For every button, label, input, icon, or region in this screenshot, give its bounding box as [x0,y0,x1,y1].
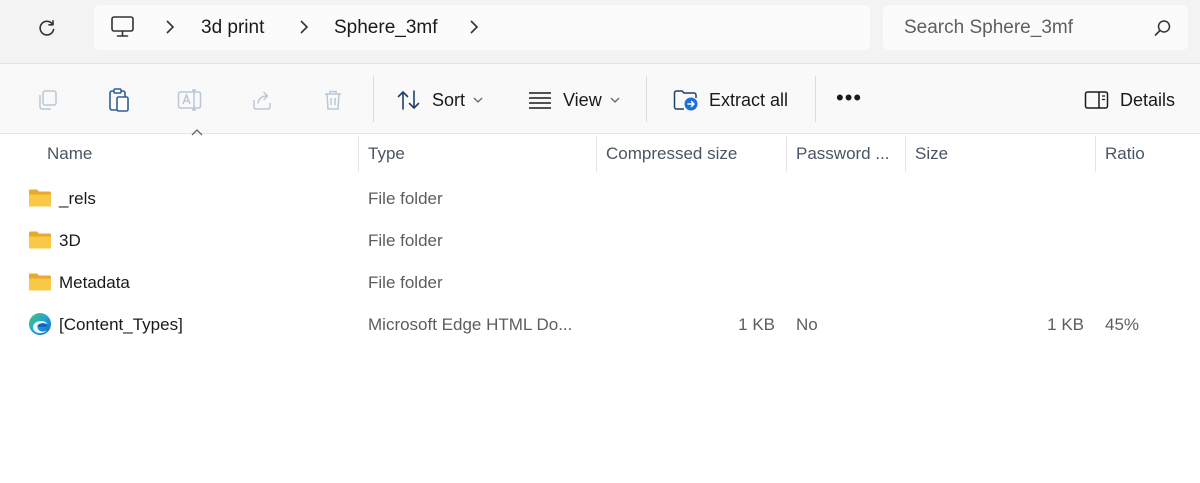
breadcrumb[interactable]: 3d print Sphere_3mf [94,5,870,50]
column-resize-handle[interactable] [1095,136,1096,172]
details-button[interactable]: Details [1084,82,1175,118]
table-row[interactable]: 3D File folder [0,220,1200,262]
search-icon[interactable] [1154,19,1172,37]
this-pc-icon[interactable] [110,15,136,39]
details-label: Details [1120,89,1176,110]
share-icon [253,91,271,110]
compression-ratio: 45% [1105,315,1140,334]
column-header-name[interactable]: Name [47,144,92,164]
extract-folder-icon [673,90,698,111]
folder-icon [29,189,51,207]
chevron-down-icon [610,97,620,103]
clipboard-icon [109,88,129,112]
view-button[interactable]: View [527,82,620,118]
rename-button[interactable] [177,88,203,112]
table-row[interactable]: _rels File folder [0,178,1200,220]
extract-all-button[interactable]: Extract all [673,82,788,118]
table-row[interactable]: Metadata File folder [0,262,1200,304]
refresh-button[interactable] [28,10,66,46]
view-icon [529,92,551,109]
edge-icon [29,313,51,335]
search-input[interactable]: Search Sphere_3mf [883,5,1188,50]
view-label: View [563,89,602,110]
trash-icon [325,90,341,110]
paste-button[interactable] [106,88,132,112]
column-header-password[interactable]: Password ... [796,144,890,164]
file-name: 3D [59,231,81,250]
chevron-right-icon[interactable] [298,19,310,35]
breadcrumb-item-3d-print[interactable]: 3d print [201,17,264,39]
column-header-ratio[interactable]: Ratio [1105,144,1145,164]
password-protected: No [796,315,818,334]
toolbar-separator [373,76,374,122]
copy-icon [39,90,57,110]
command-bar: Sort View Extract all ••• Details [0,64,1200,133]
file-type: File folder [368,231,443,250]
table-row[interactable]: [Content_Types] Microsoft Edge HTML Do..… [0,304,1200,346]
folder-icon [29,273,51,291]
file-type: File folder [368,273,443,292]
file-type: File folder [368,189,443,208]
search-placeholder: Search Sphere_3mf [904,17,1073,38]
more-options-button[interactable]: ••• [836,87,862,109]
column-resize-handle[interactable] [358,136,359,172]
column-header-type[interactable]: Type [368,144,405,164]
file-name: _rels [59,189,96,208]
share-button[interactable] [249,88,275,112]
file-name: Metadata [59,273,130,292]
file-name: [Content_Types] [59,315,183,334]
rename-icon [177,89,202,111]
column-resize-handle[interactable] [905,136,906,172]
toolbar-separator [646,76,647,122]
refresh-icon [39,20,55,36]
compressed-size: 1 KB [738,315,775,334]
delete-button[interactable] [320,88,346,112]
column-resize-handle[interactable] [596,136,597,172]
sort-label: Sort [432,89,466,110]
copy-button[interactable] [35,88,61,112]
details-pane-icon [1084,91,1109,109]
file-type: Microsoft Edge HTML Do... [368,315,573,334]
column-header-row: Name Type Compressed size Password ... S… [0,129,1200,174]
column-header-compressed-size[interactable]: Compressed size [606,144,737,164]
sort-ascending-icon [191,129,203,136]
file-size: 1 KB [1047,315,1084,334]
folder-icon [29,231,51,249]
chevron-right-icon[interactable] [468,19,480,35]
sort-icon [397,90,420,110]
toolbar-separator [815,76,816,122]
column-resize-handle[interactable] [786,136,787,172]
sort-button[interactable]: Sort [396,82,483,118]
column-header-size[interactable]: Size [915,144,948,164]
breadcrumb-item-sphere-3mf[interactable]: Sphere_3mf [334,17,438,39]
address-bar-area: 3d print Sphere_3mf Search Sphere_3mf [0,0,1200,63]
extract-all-label: Extract all [709,89,789,110]
chevron-right-icon[interactable] [164,19,176,35]
chevron-down-icon [473,97,483,103]
